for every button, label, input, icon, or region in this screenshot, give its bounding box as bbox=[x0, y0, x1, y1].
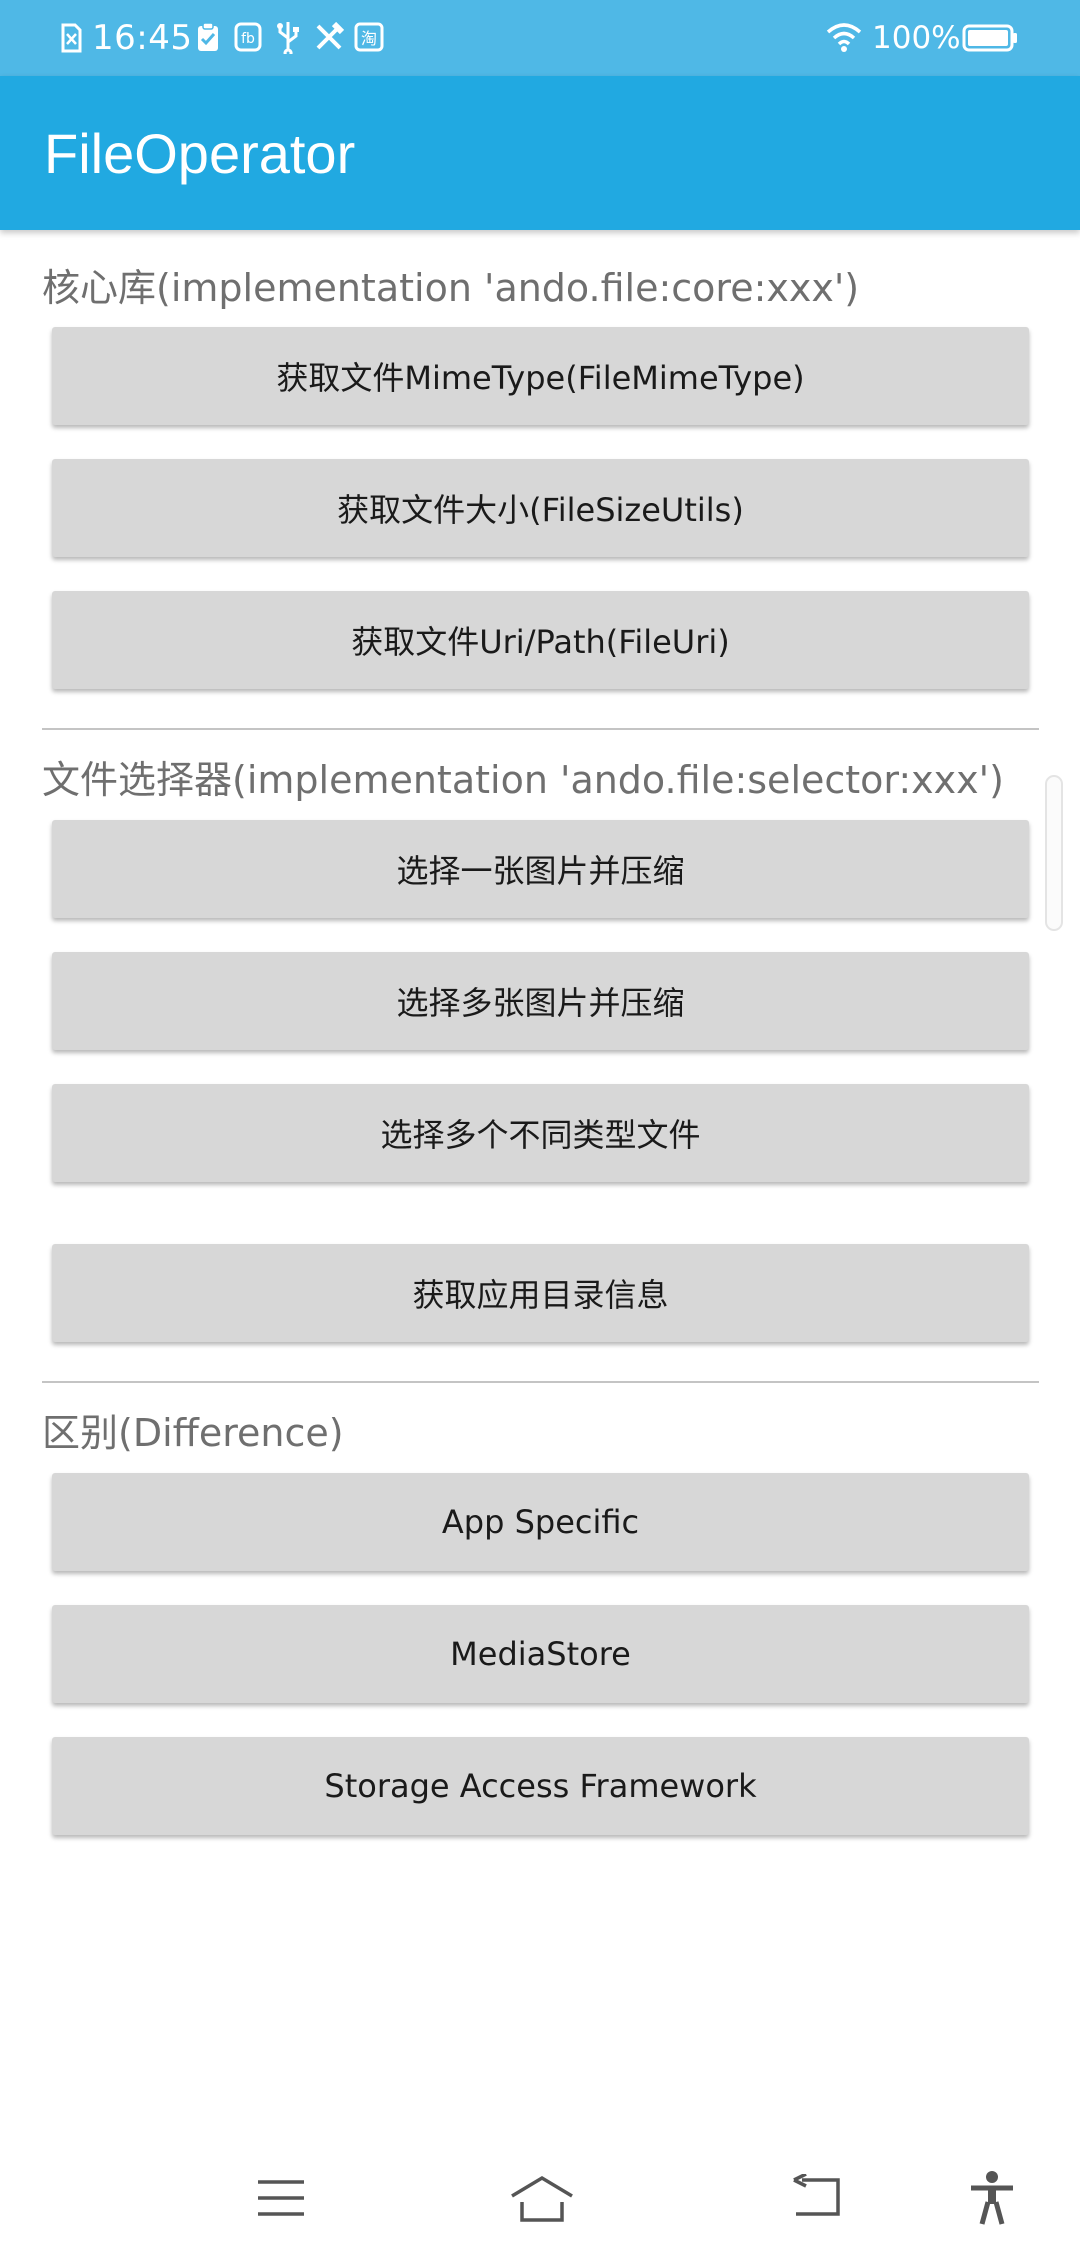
tools-icon bbox=[316, 22, 344, 50]
status-time: 16:45 bbox=[92, 18, 193, 58]
battery-icon bbox=[962, 24, 1017, 52]
menu-icon[interactable] bbox=[256, 2178, 306, 2218]
storage-access-framework-button[interactable]: Storage Access Framework bbox=[52, 1737, 1029, 1835]
battery-percent: 100% bbox=[872, 20, 961, 56]
select-multiple-images-compress-button[interactable]: 选择多张图片并压缩 bbox=[52, 952, 1029, 1050]
section-divider bbox=[42, 1381, 1039, 1383]
usb-icon bbox=[277, 22, 299, 54]
accessibility-icon[interactable] bbox=[968, 2170, 1016, 2226]
app-bar: FileOperator bbox=[0, 76, 1080, 230]
sim-off-icon bbox=[61, 23, 82, 53]
status-bar: 16:45 fb 淘 100% bbox=[0, 0, 1080, 76]
select-single-image-compress-button[interactable]: 选择一张图片并压缩 bbox=[52, 820, 1029, 918]
get-file-size-button[interactable]: 获取文件大小(FileSizeUtils) bbox=[52, 459, 1029, 557]
svg-text:淘: 淘 bbox=[361, 29, 377, 48]
home-icon[interactable] bbox=[508, 2174, 576, 2224]
scrollbar[interactable] bbox=[1045, 775, 1063, 931]
taobao-icon: 淘 bbox=[354, 22, 384, 52]
get-mimetype-button[interactable]: 获取文件MimeType(FileMimeType) bbox=[52, 327, 1029, 425]
navigation-bar bbox=[0, 2140, 1080, 2256]
svg-text:fb: fb bbox=[241, 31, 255, 47]
section-title-difference: 区别(Difference) bbox=[42, 1411, 344, 1455]
get-file-uri-path-button[interactable]: 获取文件Uri/Path(FileUri) bbox=[52, 591, 1029, 689]
get-app-directory-info-button[interactable]: 获取应用目录信息 bbox=[52, 1244, 1029, 1342]
mediastore-button[interactable]: MediaStore bbox=[52, 1605, 1029, 1703]
wifi-icon bbox=[826, 23, 862, 52]
section-title-selector: 文件选择器(implementation 'ando.file:selector… bbox=[42, 758, 1004, 802]
app-notification-icon: fb bbox=[234, 22, 262, 52]
app-specific-button[interactable]: App Specific bbox=[52, 1473, 1029, 1571]
checklist-icon bbox=[198, 22, 218, 51]
select-multiple-file-types-button[interactable]: 选择多个不同类型文件 bbox=[52, 1084, 1029, 1182]
section-title-core: 核心库(implementation 'ando.file:core:xxx') bbox=[42, 266, 860, 310]
back-icon[interactable] bbox=[792, 2174, 842, 2220]
section-divider bbox=[42, 728, 1039, 730]
app-title: FileOperator bbox=[44, 122, 356, 185]
